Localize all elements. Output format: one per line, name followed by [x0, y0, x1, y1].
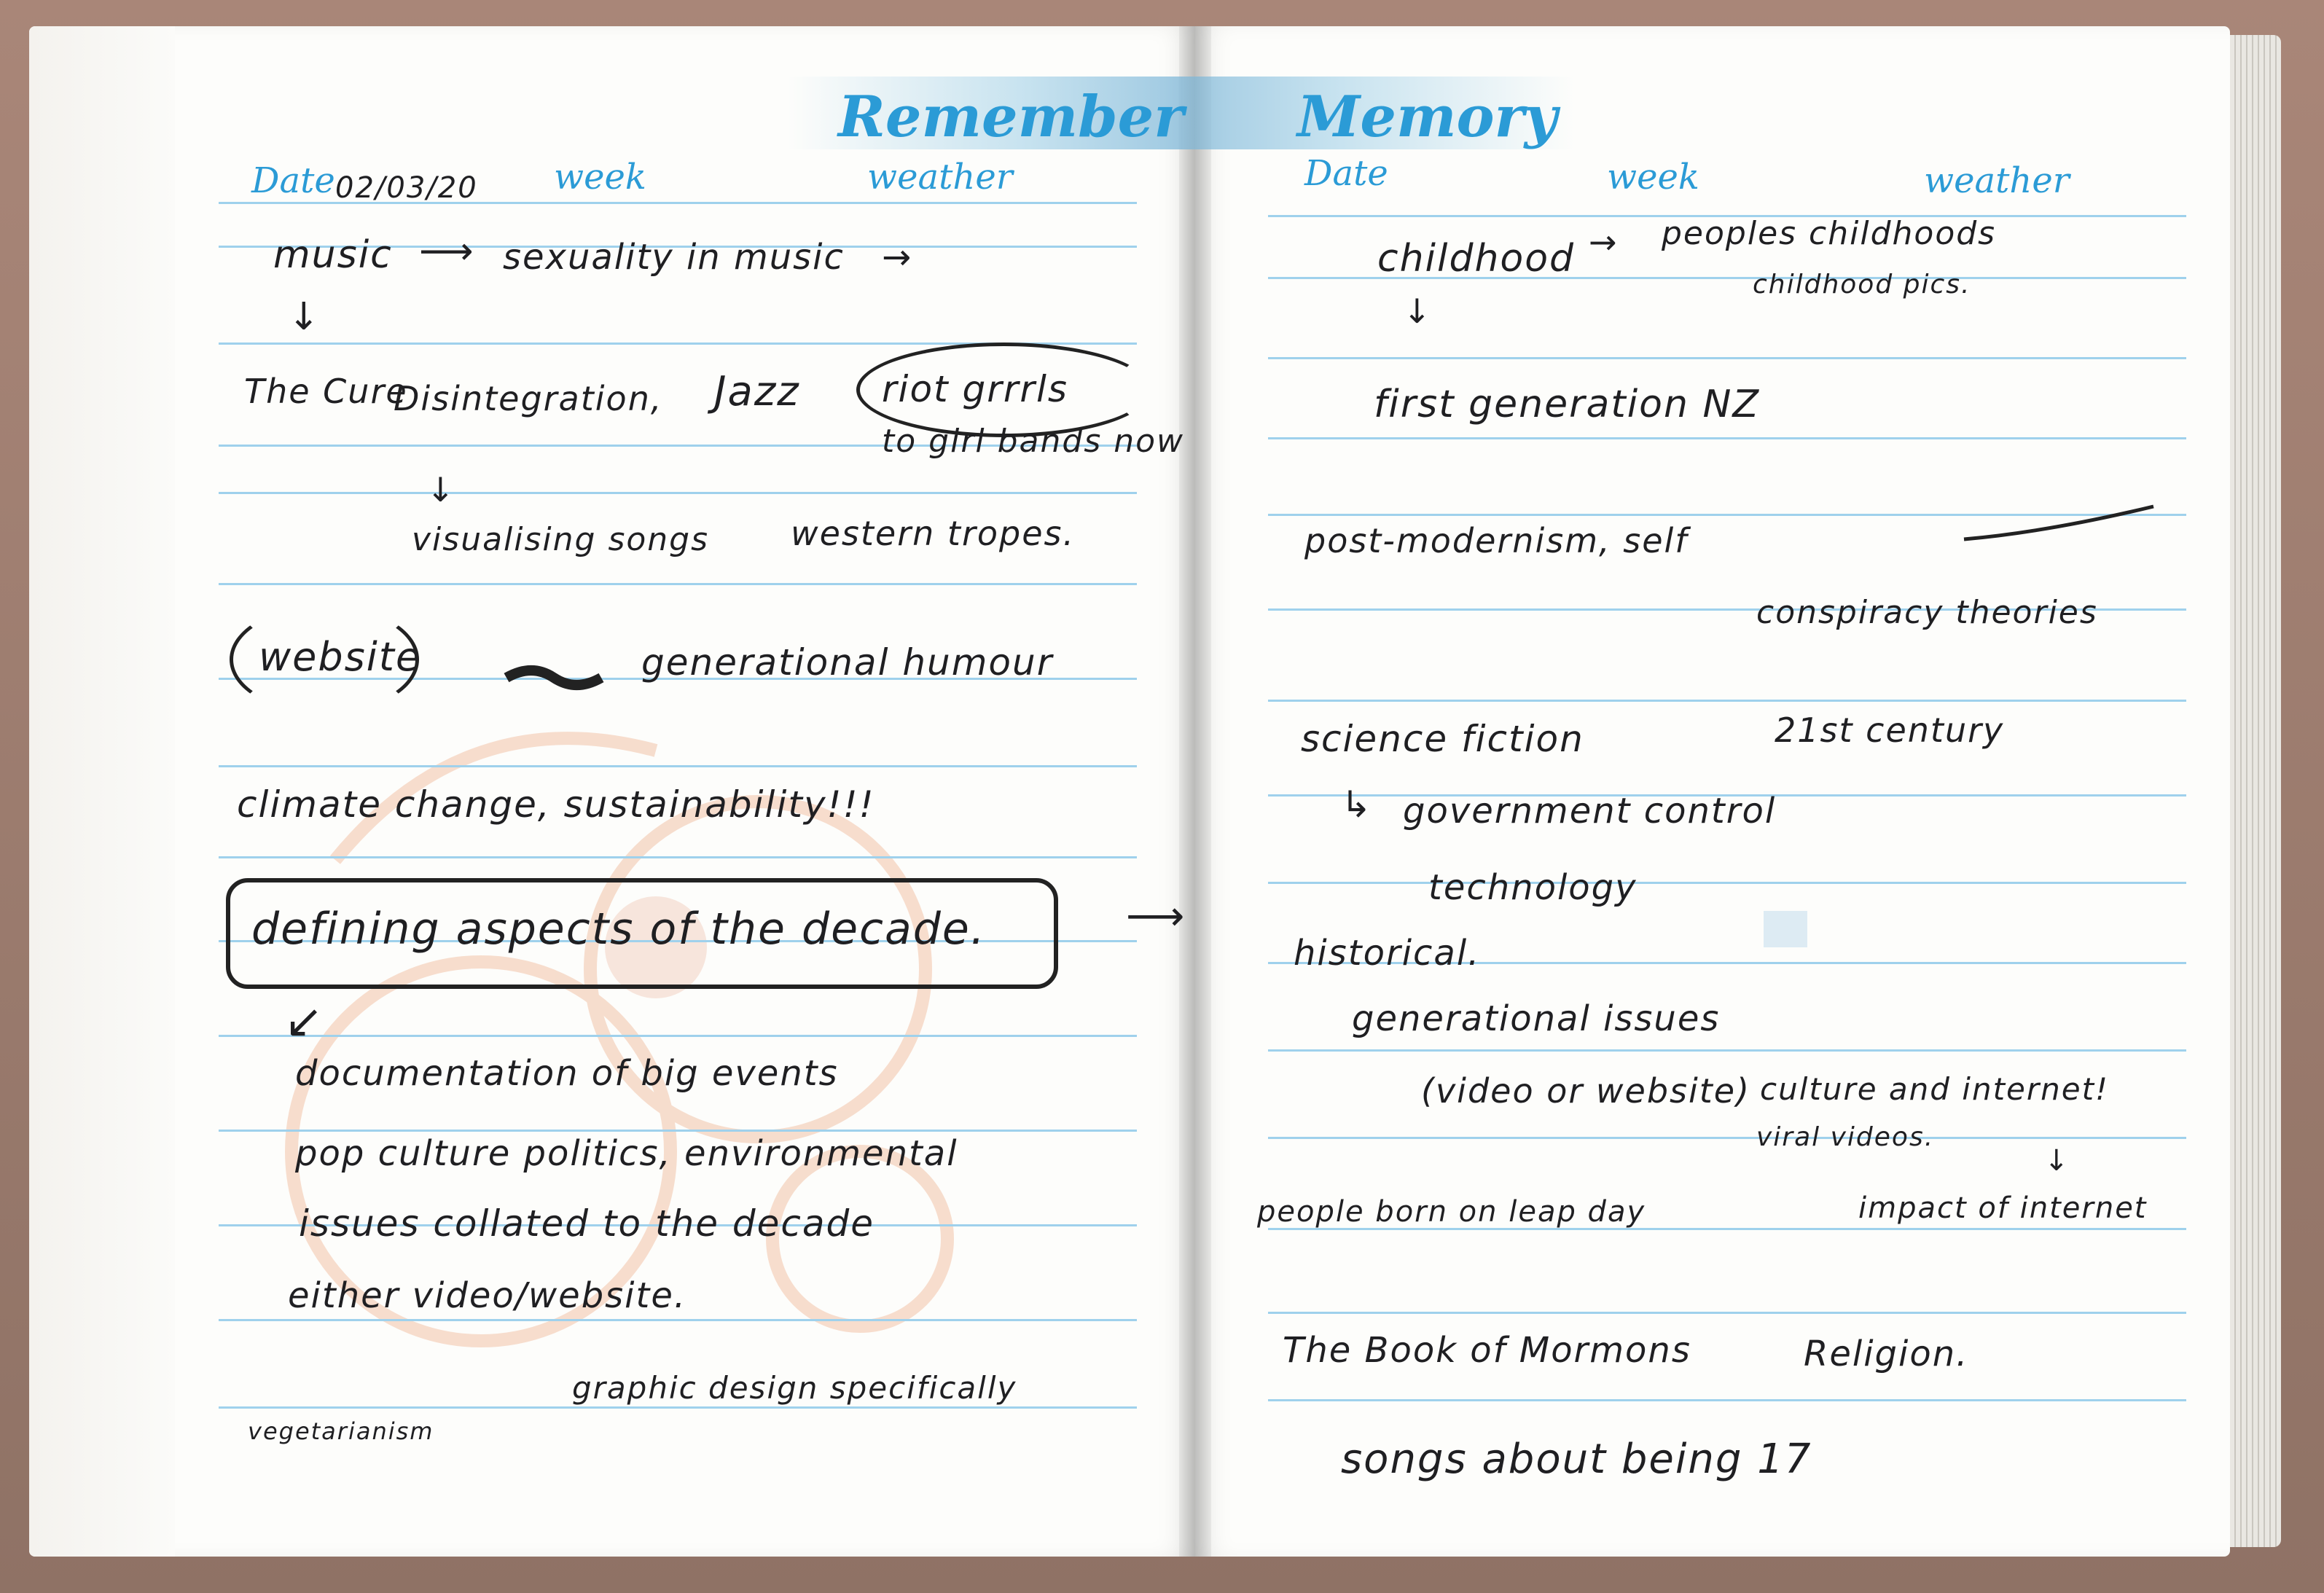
note-childhood-pics: childhood pics.: [1753, 270, 1971, 300]
rule-line: [1268, 700, 2186, 702]
note-conspiracy-theories: conspiracy theories: [1756, 594, 2098, 631]
left-date-value: 02/03/20: [335, 171, 478, 205]
right-page-title: Memory: [1297, 84, 1557, 150]
note-jazz: Jazz: [714, 368, 800, 415]
note-first-generation-nz: first generation NZ: [1374, 383, 1760, 426]
note-post-modernism: post-modernism, self: [1304, 521, 1689, 560]
scribble-icon: [504, 665, 604, 690]
arrow-down: ↓: [288, 295, 321, 339]
note-climate-change: climate change, sustainability!!!: [237, 783, 875, 826]
arrow: →: [1589, 222, 1619, 262]
note-technology: technology: [1428, 867, 1638, 908]
note-21st-century: 21st century: [1775, 711, 2005, 750]
right-week-label: week: [1607, 157, 1699, 197]
left-page-title: Remember: [838, 84, 1184, 150]
right-weather-label: weather: [1924, 160, 2070, 201]
note-pop-culture: pop culture politics, environmental: [295, 1133, 958, 1174]
note-video-or-website: (video or website): [1421, 1071, 1751, 1111]
note-generational-issues: generational issues: [1352, 998, 1721, 1039]
note-people-born-on-leap-day: people born on leap day: [1257, 1195, 1646, 1229]
note-website: website: [259, 634, 422, 680]
note-sexuality-in-music: sexuality in music: [503, 237, 845, 278]
arrow-elbow: ↳: [1341, 783, 1373, 826]
note-visualising-songs: visualising songs: [412, 521, 710, 558]
note-culture-and-internet: culture and internet!: [1760, 1071, 2109, 1107]
left-margin-strip: [29, 26, 175, 1557]
note-historical: historical.: [1294, 933, 1481, 974]
page-edges: [2230, 35, 2281, 1547]
arrow-down: ↓: [426, 470, 456, 509]
note-vegetarianism: vegetarianism: [248, 1417, 434, 1445]
note-impact-of-internet: impact of internet: [1858, 1191, 2148, 1225]
note-the-cure: The Cure: [244, 372, 408, 411]
note-songs-about-being-17: songs about being 17: [1341, 1436, 1812, 1483]
rule-line: [219, 1035, 1137, 1037]
left-week-label: week: [554, 157, 646, 197]
arrow-down: ↓: [1403, 291, 1433, 331]
rule-line: [1268, 1137, 2186, 1139]
note-either-video-website: either video/website.: [288, 1275, 687, 1316]
arrow: →: [882, 237, 913, 278]
note-issues-collated: issues collated to the decade: [299, 1202, 875, 1245]
left-weather-label: weather: [867, 157, 1013, 197]
note-science-fiction: science fiction: [1301, 718, 1584, 760]
note-book-of-mormons: The Book of Mormons: [1283, 1330, 1691, 1371]
rule-line: [219, 583, 1137, 585]
note-childhood: childhood: [1377, 237, 1576, 281]
note-viral-videos: viral videos.: [1756, 1122, 1935, 1152]
note-riot-grrrls: riot grrrls: [882, 368, 1068, 410]
note-music: music: [273, 233, 393, 277]
rule-line: [1268, 437, 2186, 439]
right-date-label: Date: [1304, 153, 1388, 194]
rule-line: [219, 856, 1137, 858]
rule-line: [1268, 1399, 2186, 1401]
rule-line: [219, 1130, 1137, 1132]
rule-line: [219, 765, 1137, 767]
note-government-control: government control: [1403, 791, 1777, 831]
note-documentation: documentation of big events: [295, 1053, 839, 1094]
rule-line: [219, 1406, 1137, 1409]
pen-stroke: [1963, 504, 2154, 541]
left-date-label: Date: [251, 160, 335, 201]
note-graphic-design: graphic design specifically: [572, 1370, 1017, 1406]
arrow-down-left: ↙: [284, 995, 325, 1049]
arrow: ⟶: [419, 230, 475, 273]
rule-line: [219, 492, 1137, 494]
note-girl-bands-now: to girl bands now: [882, 423, 1185, 460]
book-gutter: [1179, 26, 1211, 1557]
rule-line: [1268, 882, 2186, 884]
arrow-to-right-page: ⟶: [1126, 893, 1186, 940]
rule-line: [1268, 1049, 2186, 1052]
rule-line: [1268, 1312, 2186, 1314]
note-peoples-childhoods: peoples childhoods: [1662, 215, 1997, 252]
note-defining-aspects: defining aspects of the decade.: [251, 904, 986, 955]
rule-line: [219, 1319, 1137, 1321]
arrow-down: ↓: [2044, 1144, 2070, 1178]
note-disintegration: Disintegration,: [394, 379, 663, 418]
watermark-square: [1764, 911, 1807, 947]
note-religion: Religion.: [1804, 1334, 1969, 1374]
note-western-tropes: western tropes.: [791, 514, 1076, 553]
note-generational-humour: generational humour: [641, 641, 1054, 684]
rule-line: [1268, 357, 2186, 359]
